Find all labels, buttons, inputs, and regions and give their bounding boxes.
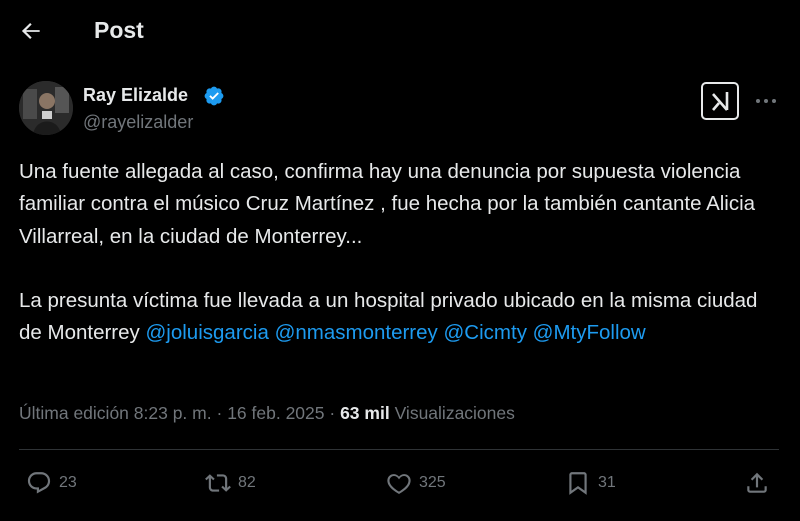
mention-link[interactable]: @Cicmty	[444, 321, 527, 344]
heart-icon	[387, 474, 411, 494]
post-body: Una fuente allegada al caso, confirma ha…	[19, 156, 779, 349]
like-count: 325	[419, 474, 446, 491]
top-bar: Post	[0, 0, 800, 62]
post-author: Ray Elizalde @rayelizalder	[19, 81, 799, 141]
bookmark-icon	[569, 472, 587, 495]
post-paragraph-2: La presunta víctima fue llevada a un hos…	[19, 285, 779, 350]
repost-count: 82	[238, 474, 256, 491]
avatar[interactable]	[19, 81, 73, 135]
bookmark-button[interactable]: 31	[565, 462, 616, 504]
mention-link[interactable]: @MtyFollow	[533, 321, 646, 344]
views-label: Visualizaciones	[394, 403, 515, 423]
post-paragraph-1: Una fuente allegada al caso, confirma ha…	[19, 160, 756, 248]
reply-icon	[27, 472, 51, 494]
bookmark-count: 31	[598, 474, 616, 491]
reply-count: 23	[59, 474, 77, 491]
mention-link[interactable]: @joluisgarcia	[145, 321, 268, 344]
divider	[19, 449, 779, 450]
page-title: Post	[94, 17, 144, 43]
meta-separator: ·	[329, 403, 336, 423]
more-options-icon[interactable]	[753, 91, 779, 111]
post-date[interactable]: 16 feb. 2025	[227, 403, 324, 423]
author-handle[interactable]: @rayelizalder	[83, 112, 193, 133]
grok-icon	[712, 92, 729, 111]
share-icon	[747, 472, 767, 493]
edited-label[interactable]: Última edición	[19, 403, 129, 423]
avatar-image	[19, 81, 73, 135]
post-time[interactable]: 8:23 p. m.	[134, 403, 212, 423]
repost-button[interactable]: 82	[205, 462, 256, 504]
meta-separator: ·	[216, 403, 223, 423]
post-meta: Última edición 8:23 p. m. · 16 feb. 2025…	[19, 403, 515, 424]
mention-link[interactable]: @nmasmonterrey	[275, 321, 438, 344]
repost-icon	[205, 474, 231, 492]
reply-button[interactable]: 23	[26, 462, 77, 504]
verified-badge-icon[interactable]	[203, 85, 225, 107]
author-name[interactable]: Ray Elizalde	[83, 85, 188, 106]
like-button[interactable]: 325	[386, 462, 446, 504]
grok-button[interactable]	[701, 82, 739, 120]
views-count: 63 mil	[340, 403, 390, 423]
back-arrow-icon[interactable]	[18, 18, 44, 44]
action-bar: 23 82 325 31	[0, 462, 800, 504]
share-button[interactable]	[744, 462, 770, 504]
